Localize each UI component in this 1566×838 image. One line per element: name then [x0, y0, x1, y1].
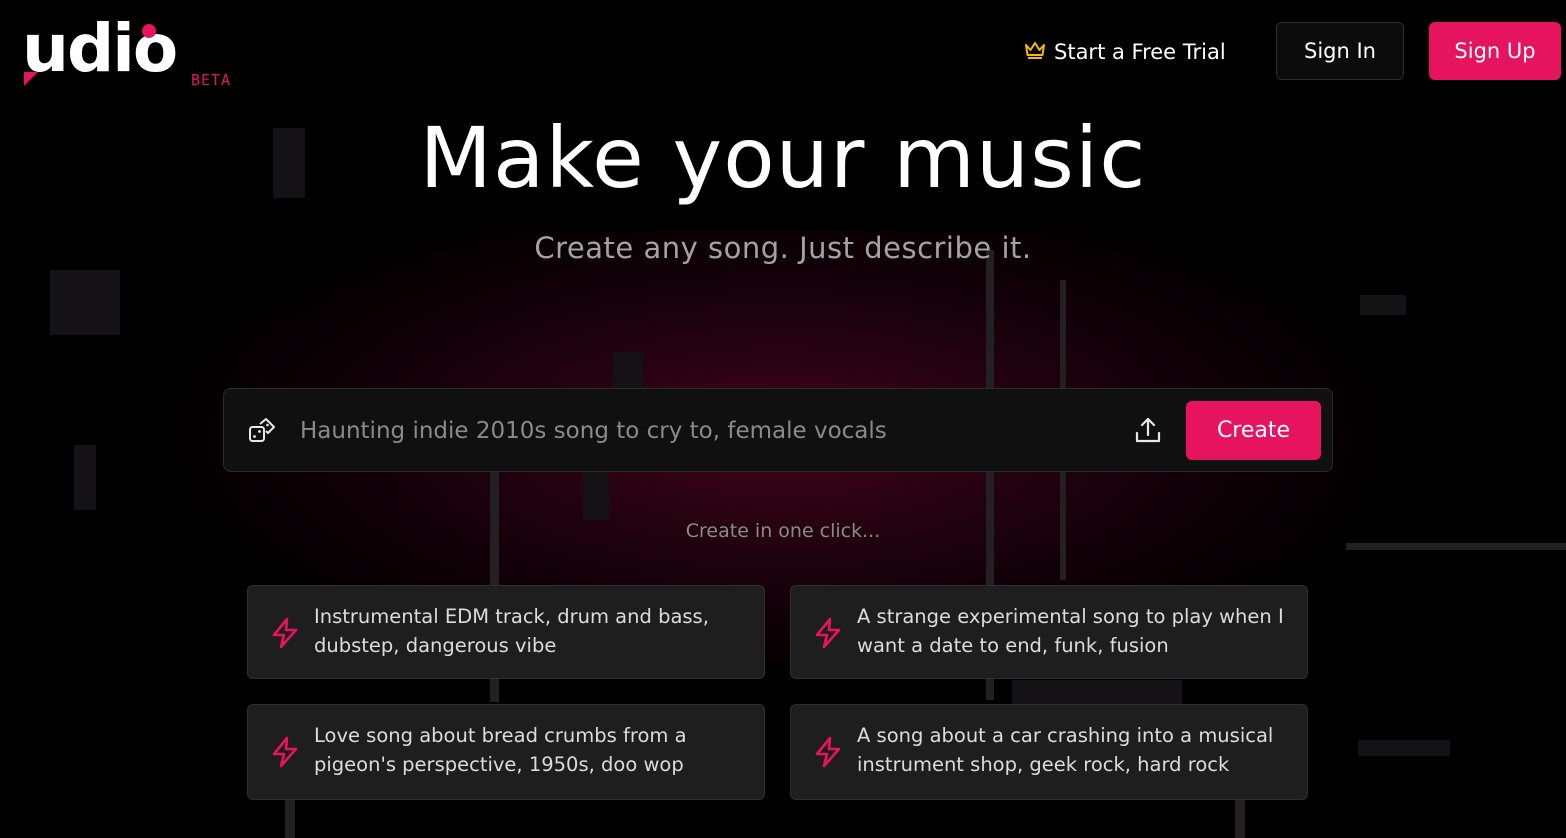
udio-logo[interactable]: udio BETA	[22, 16, 237, 92]
lightning-icon	[813, 736, 843, 768]
dice-icon[interactable]	[247, 416, 277, 446]
sign-up-button[interactable]: Sign Up	[1429, 22, 1561, 80]
lightning-icon	[270, 736, 300, 768]
start-free-trial-link[interactable]: Start a Free Trial	[1024, 36, 1226, 68]
suggestion-card[interactable]: A strange experimental song to play when…	[790, 585, 1308, 679]
bg-line	[1235, 800, 1245, 838]
logo-triangle	[24, 72, 38, 86]
bg-line	[1346, 543, 1566, 550]
sign-in-button[interactable]: Sign In	[1276, 22, 1404, 80]
suggestion-text: Love song about bread crumbs from a pige…	[314, 724, 687, 776]
crown-icon	[1024, 40, 1046, 64]
prompt-bar: Create	[223, 388, 1333, 472]
bg-block	[613, 352, 643, 388]
logo-dot	[142, 24, 156, 38]
upload-icon[interactable]	[1132, 414, 1164, 446]
bg-block	[1012, 680, 1182, 704]
lightning-icon	[813, 617, 843, 649]
bg-block	[1358, 740, 1450, 756]
suggestion-text: A song about a car crashing into a music…	[857, 724, 1274, 776]
bg-block	[1360, 295, 1406, 315]
one-click-heading: Create in one click...	[685, 520, 881, 542]
suggestion-text: A strange experimental song to play when…	[857, 605, 1284, 657]
bg-block	[583, 472, 609, 520]
suggestion-card[interactable]: Instrumental EDM track, drum and bass, d…	[247, 585, 765, 679]
lightning-icon	[270, 617, 300, 649]
bg-block	[50, 270, 120, 335]
song-prompt-input[interactable]	[300, 411, 1120, 451]
bg-block	[74, 445, 96, 510]
trial-label: Start a Free Trial	[1054, 40, 1226, 64]
page-title: Make your music	[419, 109, 1147, 207]
suggestion-text: Instrumental EDM track, drum and bass, d…	[314, 605, 709, 657]
create-button[interactable]: Create	[1186, 401, 1321, 460]
page-subtitle: Create any song. Just describe it.	[534, 231, 1032, 265]
beta-badge: BETA	[191, 71, 232, 89]
suggestion-card[interactable]: Love song about bread crumbs from a pige…	[247, 704, 765, 800]
suggestion-card[interactable]: A song about a car crashing into a music…	[790, 704, 1308, 800]
bg-line	[285, 800, 295, 838]
